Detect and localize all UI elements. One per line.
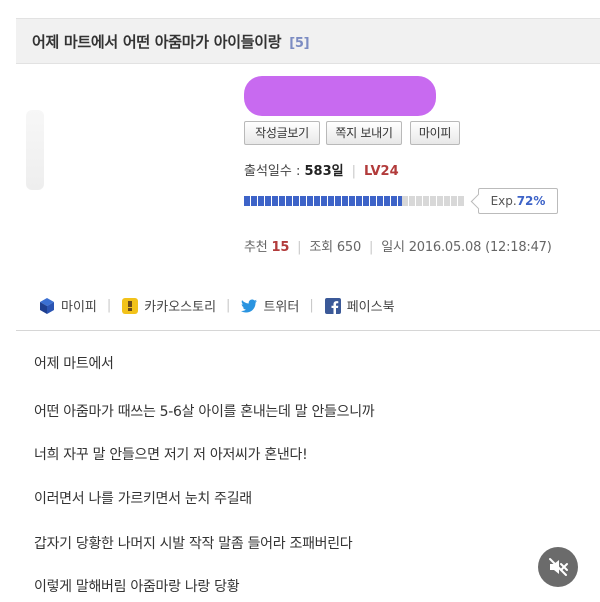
- views-count: 650: [336, 240, 362, 255]
- body-line-3: 너희 자꾸 말 안들으면 저기 저 아저씨가 혼낸다!: [34, 447, 308, 463]
- view-posts-button[interactable]: 작성글보기: [244, 121, 320, 145]
- post-title: 어제 마트에서 어떤 아줌마가 아이들이랑 [5]: [32, 31, 310, 52]
- send-message-button[interactable]: 쪽지 보내기: [326, 121, 402, 145]
- share-twitter-label: 트위터: [263, 300, 300, 315]
- mute-button[interactable]: [538, 547, 578, 587]
- twitter-bird-icon: [241, 299, 258, 312]
- exp-percent: 72%: [516, 194, 546, 208]
- divider: |: [309, 298, 314, 313]
- share-facebook[interactable]: 페이스북: [324, 296, 395, 315]
- content-divider: [16, 330, 600, 331]
- share-twitter[interactable]: 트위터: [240, 296, 299, 315]
- exp-progress-bar: [244, 195, 464, 207]
- divider: |: [369, 240, 374, 255]
- share-kakaostory[interactable]: 카카오스토리: [121, 296, 216, 315]
- post-title-bar: 어제 마트에서 어떤 아줌마가 아이들이랑 [5]: [16, 18, 600, 64]
- body-line-5: 갑자기 당황한 나머지 시발 작작 말좀 들어라 조패버린다: [34, 536, 353, 552]
- body-line-6: 이렇게 말해버림 아줌마랑 나랑 당황: [34, 579, 240, 595]
- share-kakaostory-label: 카카오스토리: [144, 300, 217, 315]
- divider: |: [106, 298, 112, 313]
- date-label: 일시: [381, 240, 405, 255]
- attendance-label: 출석일수 :: [244, 164, 301, 179]
- exp-tooltip: Exp.72%: [478, 188, 558, 214]
- cube-icon: [40, 297, 54, 314]
- body-line-1: 어제 마트에서: [34, 356, 114, 372]
- facebook-icon: [324, 297, 341, 314]
- divider: |: [226, 298, 231, 313]
- attendance-value: 583일: [304, 164, 344, 179]
- share-bar: 마이피 | 카카오스토리 | 트위터 | 페이스북: [38, 296, 395, 315]
- views-label: 조회: [309, 240, 333, 255]
- level-badge: LV24: [364, 164, 399, 179]
- redacted-nickname: [244, 76, 436, 116]
- recommend-count: 15: [271, 240, 290, 255]
- attendance-row: 출석일수 : 583일 | LV24: [244, 160, 399, 179]
- share-facebook-label: 페이스북: [346, 300, 395, 315]
- speaker-muted-icon: [549, 558, 568, 576]
- comment-count[interactable]: [5]: [289, 36, 309, 51]
- body-line-2: 어떤 아줌마가 때쓰는 5-6살 아이를 혼내는데 말 안들으니까: [34, 404, 375, 420]
- exp-label: Exp.: [490, 194, 517, 208]
- post-meta: 추천 15 | 조회 650 | 일시 2016.05.08 (12:18:47): [244, 236, 552, 255]
- profile-image-placeholder: [26, 110, 44, 190]
- share-mypi[interactable]: 마이피: [38, 296, 97, 315]
- mypi-button[interactable]: 마이피: [410, 121, 460, 145]
- post-title-text: 어제 마트에서 어떤 아줌마가 아이들이랑: [32, 33, 282, 51]
- divider: |: [351, 164, 356, 179]
- recommend-label: 추천: [244, 240, 268, 255]
- exp-progress-fill: [244, 196, 402, 206]
- share-mypi-label: 마이피: [61, 300, 97, 315]
- exp-progress-empty: [402, 196, 464, 206]
- body-line-4: 이러면서 나를 가르키면서 눈치 주길래: [34, 491, 252, 507]
- post-date: 2016.05.08 (12:18:47): [408, 240, 552, 255]
- kakaostory-icon: [122, 297, 139, 314]
- divider: |: [297, 240, 302, 255]
